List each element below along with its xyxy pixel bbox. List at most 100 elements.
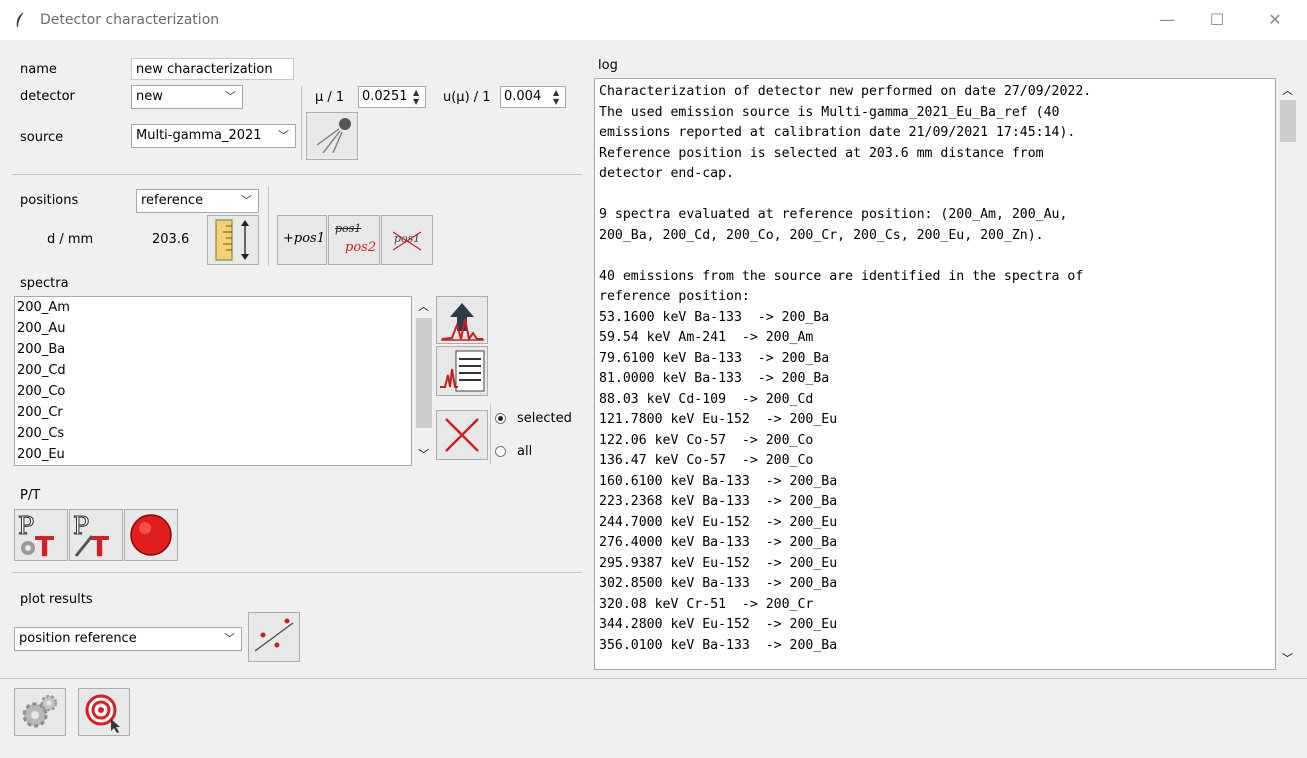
close-icon[interactable]: ✕ — [1255, 8, 1295, 32]
chevron-down-icon: ﹀ — [241, 194, 252, 207]
scatter-plot-button[interactable] — [248, 612, 300, 662]
scatter-plot-icon — [249, 618, 299, 665]
gears-icon — [15, 694, 65, 739]
scroll-down-icon[interactable]: ﹀ — [418, 446, 429, 462]
log-label: log — [598, 58, 618, 73]
scrollbar-thumb[interactable] — [416, 318, 432, 428]
name-label: name — [20, 62, 57, 77]
svg-text:T: T — [90, 530, 109, 560]
log-line: 59.54 keV Am-241 -> 200_Am — [599, 330, 814, 345]
log-textbox[interactable]: Characterization of detector new perform… — [594, 78, 1276, 670]
svg-text:T: T — [35, 530, 54, 560]
detector-combo-value: new — [136, 89, 163, 104]
svg-text:P: P — [18, 512, 34, 540]
umu-spinbox[interactable]: 0.004 ▲ ▼ — [500, 86, 566, 108]
record-button[interactable] — [124, 509, 178, 561]
log-line: 40 emissions from the source are identif… — [599, 268, 1084, 284]
umu-value: 0.004 — [504, 89, 542, 104]
feather-icon — [14, 11, 26, 33]
log-line: reference position: — [599, 289, 750, 304]
log-line: 302.8500 keV Ba-133 -> 200_Ba — [599, 576, 838, 591]
log-line: 79.6100 keV Ba-133 -> 200_Ba — [599, 350, 830, 366]
scrollbar-thumb[interactable] — [1280, 100, 1296, 142]
detector-combo[interactable]: new ﹀ — [131, 85, 243, 109]
list-item[interactable]: 200_Co — [15, 381, 411, 402]
log-line: Reference position is selected at 203.6 … — [599, 145, 1044, 161]
log-line: 295.9387 keV Eu-152 -> 200_Eu — [599, 555, 838, 571]
plot-results-label: plot results — [20, 592, 93, 607]
distance-value: 203.6 — [152, 232, 190, 247]
detector-label: detector — [20, 89, 75, 104]
remove-position-button[interactable]: pos1 — [381, 215, 433, 265]
source-combo-value: Multi-gamma_2021 — [136, 128, 262, 143]
list-item[interactable]: 200_Au — [15, 318, 411, 339]
spectrum-list-icon — [437, 350, 487, 399]
source-combo[interactable]: Multi-gamma_2021 ﹀ — [131, 124, 296, 148]
source-emission-button[interactable] — [306, 112, 358, 160]
positions-combo-value: reference — [141, 193, 204, 208]
chevron-down-icon: ﹀ — [224, 632, 235, 645]
chevron-down-icon: ﹀ — [278, 129, 289, 142]
log-line: 244.7000 keV Eu-152 -> 200_Eu — [599, 514, 838, 530]
radio-selected-label: selected — [517, 411, 572, 426]
spectrum-list-button[interactable] — [436, 346, 488, 396]
list-item[interactable]: 200_Cd — [15, 360, 411, 381]
spin-arrows-icon[interactable]: ▲ ▼ — [413, 88, 423, 106]
source-label: source — [20, 130, 64, 145]
ruler-button[interactable] — [207, 215, 259, 265]
divider — [490, 404, 491, 464]
scroll-down-icon[interactable]: ﹀ — [1282, 650, 1293, 666]
list-item[interactable]: 200_Am — [15, 297, 411, 318]
spin-arrows-icon[interactable]: ▲ ▼ — [553, 88, 563, 106]
pt-label: P/T — [20, 488, 41, 503]
plot-results-combo[interactable]: position reference ﹀ — [14, 627, 242, 651]
log-line: 223.2368 keV Ba-133 -> 200_Ba — [599, 494, 838, 509]
spectra-label: spectra — [20, 276, 69, 291]
log-line: Characterization of detector new perform… — [599, 84, 1092, 99]
scroll-up-icon[interactable]: ︿ — [1282, 82, 1293, 98]
mu-value: 0.0251 — [362, 89, 408, 104]
pt-settings-button[interactable]: P T — [14, 509, 68, 563]
radio-all[interactable] — [495, 446, 506, 457]
spectrum-upload-button[interactable] — [436, 296, 488, 344]
delete-spectrum-button[interactable] — [436, 410, 488, 460]
title-bar: Detector characterization — ☐ ✕ — [0, 0, 1307, 40]
log-line: 276.4000 keV Ba-133 -> 200_Ba — [599, 535, 838, 550]
positions-combo[interactable]: reference ﹀ — [136, 189, 259, 213]
add-position-button[interactable]: +pos1 — [277, 215, 327, 265]
plot-results-value: position reference — [19, 631, 137, 646]
list-item[interactable]: 200_Ba — [15, 339, 411, 360]
delete-x-icon — [437, 418, 487, 463]
maximize-icon[interactable]: ☐ — [1197, 8, 1237, 32]
source-emission-icon — [307, 118, 357, 163]
name-input[interactable]: new characterization — [131, 58, 294, 80]
log-line: 200_Ba, 200_Cd, 200_Co, 200_Cr, 200_Cs, … — [599, 227, 1044, 243]
scroll-up-icon[interactable]: ︿ — [418, 298, 429, 314]
spectra-listbox[interactable]: 200_Am 200_Au 200_Ba 200_Cd 200_Co 200_Cr 200_… — [14, 296, 412, 466]
log-line: detector end-cap. — [599, 166, 734, 181]
log-line: The used emission source is Multi-gamma_… — [599, 104, 1060, 120]
mu-spinbox[interactable]: 0.0251 ▲ ▼ — [358, 86, 426, 108]
list-item[interactable]: 200_Cs — [15, 423, 411, 444]
list-item[interactable]: 200_Eu — [15, 444, 411, 465]
svg-text:P: P — [73, 512, 89, 540]
swap-position-button[interactable]: pos1 pos2 — [328, 215, 380, 265]
ruler-icon — [208, 219, 258, 268]
log-line: 344.2800 keV Eu-152 -> 200_Eu — [599, 617, 838, 632]
gears-button[interactable] — [14, 688, 66, 736]
minimize-icon[interactable]: — — [1147, 8, 1187, 32]
log-line: 136.47 keV Co-57 -> 200_Co — [599, 453, 814, 468]
radio-selected[interactable] — [495, 413, 506, 424]
list-item[interactable]: 200_Cr — [15, 402, 411, 423]
divider — [12, 174, 582, 175]
log-line: 160.6100 keV Ba-133 -> 200_Ba — [599, 473, 838, 489]
pt-edit-button[interactable]: P T — [69, 509, 123, 563]
spectra-scrollbar[interactable]: ︿ ﹀ — [414, 296, 434, 466]
log-scrollbar[interactable]: ︿ ﹀ — [1278, 78, 1298, 670]
log-line: 121.7800 keV Eu-152 -> 200_Eu — [599, 412, 838, 427]
target-button[interactable] — [78, 688, 130, 736]
divider — [301, 86, 302, 160]
chevron-down-icon: ﹀ — [225, 90, 236, 103]
positions-label: positions — [20, 193, 79, 208]
